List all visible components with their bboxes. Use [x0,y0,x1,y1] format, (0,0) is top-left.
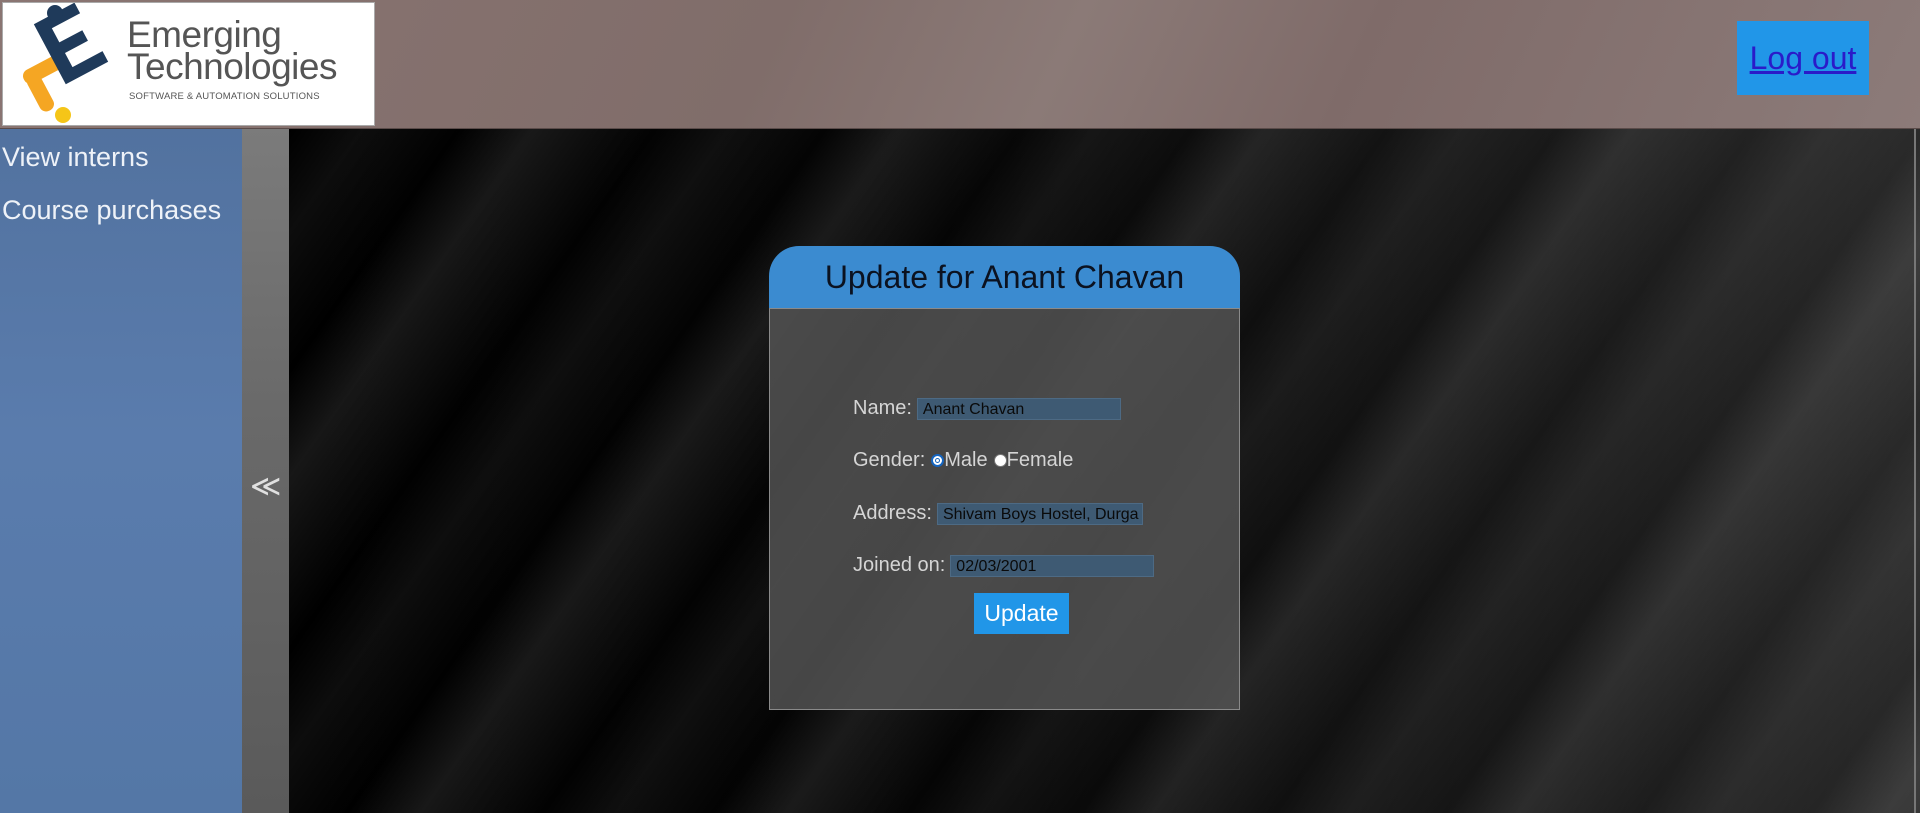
form-body: Name: Anant Chavan Gender: Male Female A… [769,308,1240,710]
name-label: Name: [853,397,912,419]
gender-female-radio[interactable] [993,454,1007,467]
joined-label: Joined on: [853,554,946,576]
update-button[interactable]: Update [974,593,1069,634]
gender-female-label[interactable]: Female [1007,449,1074,472]
logo-mark-icon [22,3,109,123]
sidebar-item-view-interns[interactable]: View interns [0,142,242,173]
address-input[interactable]: Shivam Boys Hostel, Durga [936,502,1143,525]
name-row: Name: Anant Chavan [853,397,1121,420]
gender-male-label[interactable]: Male [944,449,987,472]
address-row: Address: Shivam Boys Hostel, Durga [853,502,1143,525]
joined-row: Joined on: 02/03/2001 [853,554,1155,577]
sidebar-collapse-strip[interactable]: ≪ [242,129,289,813]
company-logo: Emerging Technologies SOFTWARE & AUTOMAT… [2,2,375,126]
sidebar: View interns Course purchases [0,129,242,813]
name-input[interactable]: Anant Chavan [916,397,1121,420]
logo-title-line2: Technologies [127,46,337,87]
update-form-card: Update for Anant Chavan Name: Anant Chav… [769,246,1240,710]
gender-male-radio[interactable] [931,454,945,467]
sidebar-item-course-purchases[interactable]: Course purchases [0,195,242,226]
page: Emerging Technologies SOFTWARE & AUTOMAT… [0,0,1920,813]
address-label: Address: [853,502,932,524]
gender-label: Gender: [853,449,926,471]
top-header: Emerging Technologies SOFTWARE & AUTOMAT… [0,0,1920,129]
logo-tagline: SOFTWARE & AUTOMATION SOLUTIONS [129,91,320,102]
collapse-left-icon[interactable]: ≪ [250,469,281,504]
form-title: Update for Anant Chavan [769,246,1240,309]
logout-button[interactable]: Log out [1737,21,1869,95]
joined-date-input[interactable]: 02/03/2001 [950,554,1155,577]
gender-row: Gender: Male Female [853,449,1073,472]
